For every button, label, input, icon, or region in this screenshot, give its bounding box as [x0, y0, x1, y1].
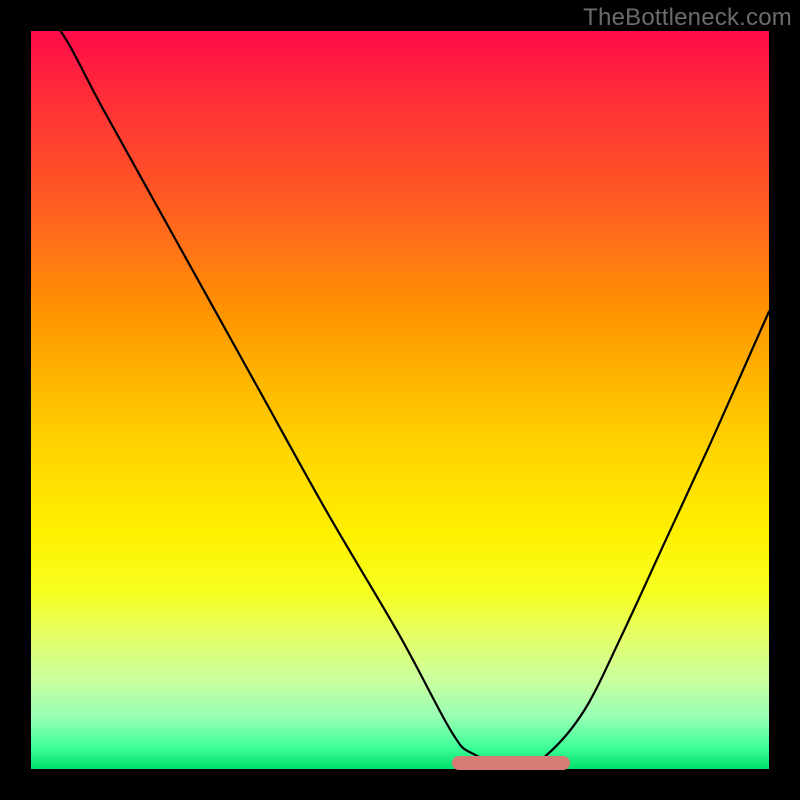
- chart-frame: TheBottleneck.com: [0, 0, 800, 800]
- watermark-label: TheBottleneck.com: [583, 4, 792, 32]
- bottleneck-curve: [31, 31, 769, 769]
- plot-area: [31, 31, 769, 769]
- optimal-zone-marker: [452, 756, 570, 770]
